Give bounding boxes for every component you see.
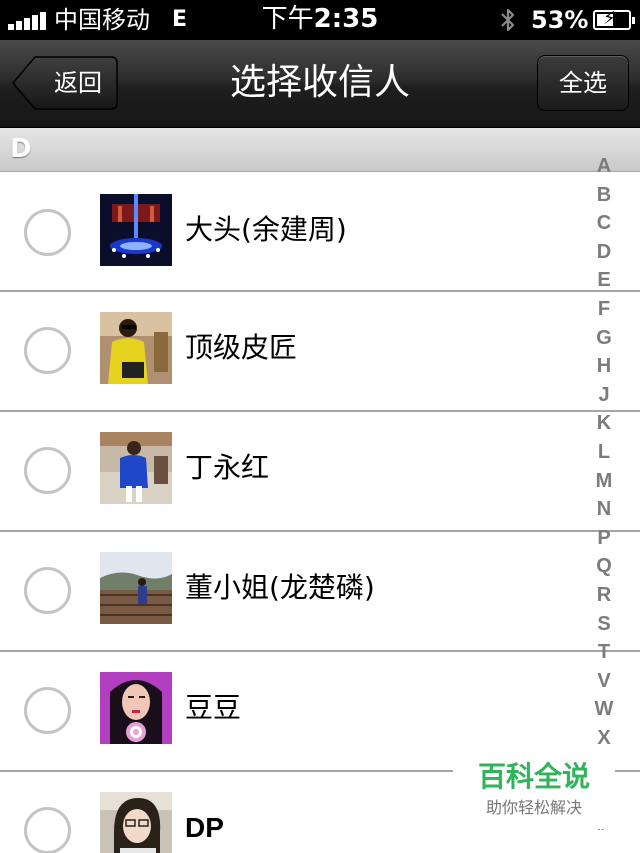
contact-list[interactable]: 大头(余建周) 顶级皮匠 丁永红 董小姐(龙楚磷) 豆豆 DP (0, 172, 640, 853)
status-bar: 中国移动 E 下午2:35 53% ⚡ (0, 0, 640, 40)
time-prefix: 下午 (261, 4, 314, 34)
avatar (100, 432, 172, 504)
select-radio[interactable] (24, 327, 71, 374)
contact-name: 顶级皮匠 (185, 331, 298, 364)
select-radio[interactable] (24, 687, 71, 734)
select-all-button[interactable]: 全选 (537, 55, 629, 111)
alphabet-index-bar[interactable]: ABCDEFGHJKLMNPQRSTVWX (588, 152, 620, 752)
index-letter-s[interactable]: S (588, 610, 620, 639)
index-letter-k[interactable]: K (588, 409, 620, 438)
contact-row[interactable]: 顶级皮匠 (0, 292, 640, 412)
section-letter: D (10, 134, 32, 164)
index-letter-t[interactable]: T (588, 638, 620, 667)
bluetooth-icon (501, 8, 515, 32)
contact-row[interactable]: 丁永红 (0, 412, 640, 532)
select-radio[interactable] (24, 209, 71, 256)
index-letter-g[interactable]: G (588, 324, 620, 353)
contact-row[interactable]: 大头(余建周) (0, 172, 640, 292)
time-value: 2:35 (313, 4, 379, 34)
index-letter-r[interactable]: R (588, 581, 620, 610)
watermark-title: 百科全说 (477, 760, 590, 793)
avatar (100, 194, 172, 266)
index-letter-q[interactable]: Q (588, 552, 620, 581)
index-letter-c[interactable]: C (588, 209, 620, 238)
avatar (100, 792, 172, 853)
index-letter-m[interactable]: M (588, 467, 620, 496)
index-letter-x[interactable]: X (588, 724, 620, 753)
select-radio[interactable] (24, 567, 71, 614)
index-letter-p[interactable]: P (588, 524, 620, 553)
contact-name: 董小姐(龙楚磷) (185, 571, 375, 604)
index-letter-w[interactable]: W (588, 695, 620, 724)
index-letter-d[interactable]: D (588, 238, 620, 267)
avatar (100, 552, 172, 624)
avatar (100, 312, 172, 384)
contact-row[interactable]: 豆豆 (0, 652, 640, 772)
avatar (100, 672, 172, 744)
index-letter-e[interactable]: E (588, 266, 620, 295)
watermark: 百科全说 助你轻松解决 (453, 757, 615, 829)
contact-name: 丁永红 (185, 451, 270, 484)
index-letter-n[interactable]: N (588, 495, 620, 524)
index-letter-v[interactable]: V (588, 667, 620, 696)
index-letter-j[interactable]: J (588, 381, 620, 410)
index-letter-a[interactable]: A (588, 152, 620, 181)
index-letter-h[interactable]: H (588, 352, 620, 381)
select-radio[interactable] (24, 447, 71, 494)
contact-name: DP (185, 812, 224, 843)
navigation-bar: 返回 选择收信人 全选 (0, 40, 640, 128)
contact-name: 豆豆 (185, 691, 242, 724)
battery-charging-icon: ⚡ (593, 9, 635, 30)
index-letter-l[interactable]: L (588, 438, 620, 467)
contact-name: 大头(余建周) (185, 213, 347, 246)
contact-row[interactable]: 董小姐(龙楚磷) (0, 532, 640, 652)
battery-percent: 53% (531, 6, 589, 34)
section-header: D (0, 128, 640, 172)
index-letter-f[interactable]: F (588, 295, 620, 324)
index-letter-b[interactable]: B (588, 181, 620, 210)
watermark-subtitle: 助你轻松解决 (485, 798, 582, 817)
select-radio[interactable] (24, 807, 71, 853)
